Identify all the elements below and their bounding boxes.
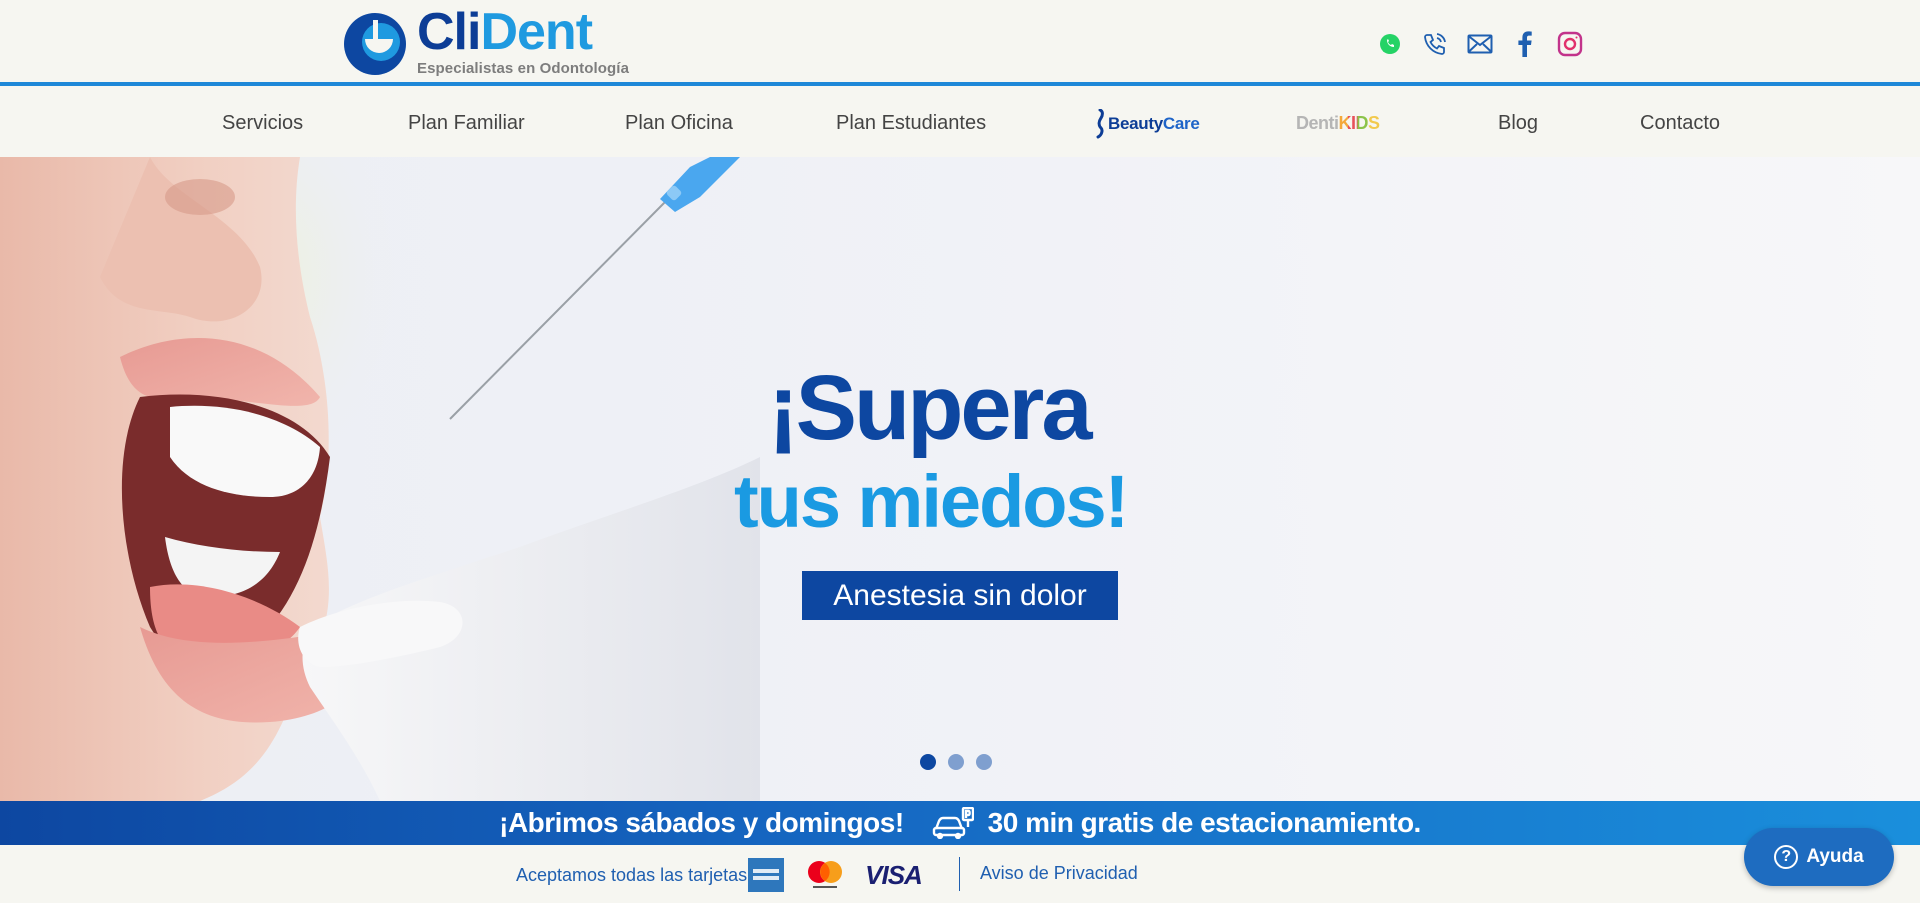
- hero-cta-button[interactable]: Anestesia sin dolor: [802, 571, 1118, 620]
- payment-cards: Aceptamos todas las tarjetas VISA: [516, 855, 923, 895]
- nav-plan-estudiantes[interactable]: Plan Estudiantes: [836, 90, 986, 157]
- slider-dots: [920, 754, 992, 770]
- nav-plan-oficina[interactable]: Plan Oficina: [625, 90, 733, 157]
- beautycare-tooth-icon: [1096, 108, 1104, 138]
- slider-dot-3[interactable]: [976, 754, 992, 770]
- slider-dot-2[interactable]: [948, 754, 964, 770]
- dentikids-label-denti: Denti: [1296, 113, 1339, 133]
- site-footer: Aceptamos todas las tarjetas VISA Aviso …: [0, 845, 1920, 903]
- logo-wordmark: CliDent: [417, 6, 629, 58]
- question-icon: ?: [1774, 845, 1799, 869]
- beautycare-label-care: Care: [1162, 113, 1200, 133]
- hero-content: ¡Supera tus miedos! Anestesia sin dolor: [0, 157, 1920, 801]
- beautycare-label-beauty: Beauty: [1108, 113, 1163, 133]
- mail-icon[interactable]: [1464, 28, 1495, 59]
- social-links: [1374, 28, 1585, 59]
- nav-blog[interactable]: Blog: [1498, 90, 1538, 157]
- logo-cli: Cli: [417, 3, 481, 61]
- info-banner: ¡Abrimos sábados y domingos! 30 min grat…: [0, 801, 1920, 845]
- cards-label: Aceptamos todas las tarjetas: [516, 864, 748, 885]
- help-button[interactable]: ? Ayuda: [1744, 828, 1894, 886]
- instagram-icon[interactable]: [1554, 28, 1585, 59]
- site-header: CliDent Especialistas en Odontología: [0, 0, 1920, 86]
- visa-icon: VISA: [865, 859, 923, 890]
- footer-divider: [959, 857, 960, 891]
- nav-servicios[interactable]: Servicios: [222, 90, 303, 157]
- nav-contacto[interactable]: Contacto: [1640, 90, 1720, 157]
- hero-title-line2: tus miedos!: [734, 460, 1129, 543]
- main-nav: Servicios Plan Familiar Plan Oficina Pla…: [0, 90, 1920, 157]
- hero-title-line1: ¡Supera: [768, 357, 1093, 459]
- dentikids-label-kids: KIDS: [1338, 113, 1381, 134]
- logo-dent: Dent: [480, 3, 593, 61]
- phone-icon[interactable]: [1419, 28, 1450, 59]
- amex-icon: [747, 857, 785, 893]
- mastercard-icon: [805, 859, 845, 891]
- parking-text: 30 min gratis de estacionamiento.: [987, 807, 1422, 838]
- privacy-link[interactable]: Aviso de Privacidad: [980, 863, 1138, 884]
- nav-plan-familiar[interactable]: Plan Familiar: [408, 90, 525, 157]
- slider-dot-1[interactable]: [920, 754, 936, 770]
- facebook-icon[interactable]: [1509, 28, 1540, 59]
- weekend-text: ¡Abrimos sábados y domingos!: [499, 807, 904, 838]
- whatsapp-icon[interactable]: [1374, 28, 1405, 59]
- parking-icon: [932, 807, 974, 839]
- dentikids-kids-text: KIDS: [1338, 113, 1381, 133]
- logo-tagline: Especialistas en Odontología: [417, 60, 630, 77]
- logo-tooth-icon: [343, 6, 409, 82]
- nav-beautycare-logo[interactable]: Beauty Care: [1092, 90, 1200, 157]
- hero-slider: ¡Supera tus miedos! Anestesia sin dolor: [0, 157, 1920, 801]
- nav-dentikids-logo[interactable]: Denti KIDS: [1296, 90, 1380, 157]
- help-label: Ayuda: [1806, 846, 1864, 867]
- clident-logo[interactable]: CliDent Especialistas en Odontología: [343, 6, 629, 84]
